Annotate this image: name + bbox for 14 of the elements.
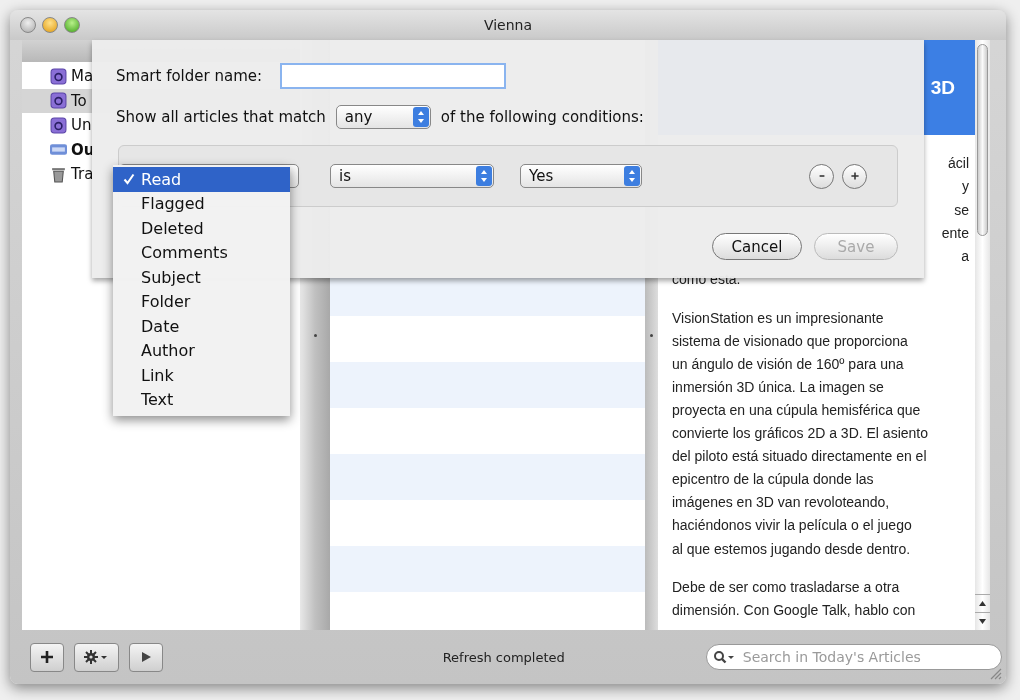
status-text: Refresh completed xyxy=(442,649,566,665)
article-text-line: ácil xyxy=(948,154,969,173)
window-title: Vienna xyxy=(483,17,533,33)
article-text-line: se xyxy=(954,200,969,220)
article-title: 3D xyxy=(930,76,955,99)
article-text-line: ente xyxy=(941,223,969,243)
article-paragraph: como esta. xyxy=(672,270,742,290)
article-paragraph: VisionStation es un impresionante sistema de visionado que proporciona un ángulo de visión de 160º para una inmersión 3D única. La imagen se proyecta en una cúpula hemisférica que convierte los gráficos 2D a 3D. El asiento del piloto está situado directamente en el epicentro de la cúpula donde las imágenes en 3D van revoloteando, haciéndonos vivir la película o el juego al que estemos jugando desde dentro. xyxy=(672,308,929,559)
article-text-line: a xyxy=(961,247,969,267)
article-text-line: y xyxy=(962,177,969,197)
article-paragraph: Debe de ser como trasladarse a otra dimensión. Con Google Talk, hablo con xyxy=(672,577,917,620)
match-label: Show all articles that match xyxy=(116,108,326,126)
match-label: of the following conditions: xyxy=(440,108,644,126)
name-label: Smart folder name: xyxy=(116,67,263,85)
